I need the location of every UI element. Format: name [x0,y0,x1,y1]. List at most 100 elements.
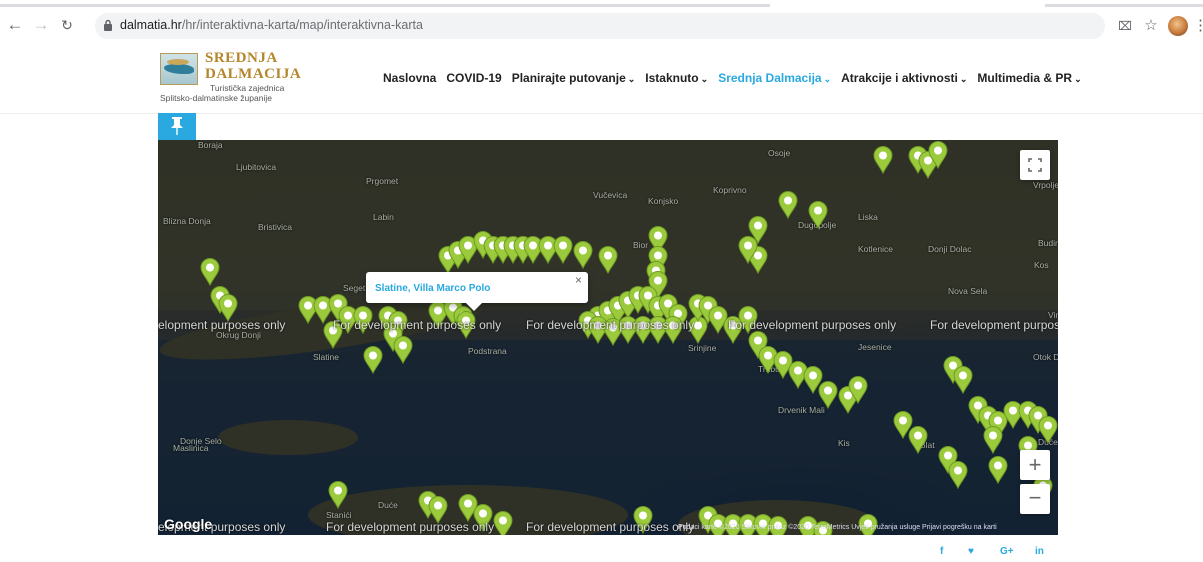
nav-label: Multimedia & PR [977,71,1073,85]
nav-item-naslovna[interactable]: Naslovna [383,71,436,85]
nav-item-srednja-dalmacija[interactable]: Srednja Dalmacija ⌄ [718,71,831,85]
map-marker-icon[interactable] [553,236,573,264]
map-info-popup[interactable]: Slatine, Villa Marco Polo × [366,272,588,311]
google-logo: Google [164,516,213,532]
address-bar[interactable]: dalmatia.hr/hr/interaktivna-karta/map/in… [95,13,1105,39]
map-watermark: For development purposes only [333,318,502,332]
nav-item-istaknuto[interactable]: Istaknuto ⌄ [645,71,708,85]
map-place-label: Boraja [198,140,223,150]
map-marker-icon[interactable] [738,236,758,264]
site-logo[interactable]: SREDNJA DALMACIJA Turistička zajednica S… [160,49,301,105]
map-watermark: For development purposes only [526,520,695,534]
map-place-label: Bristivica [258,222,293,232]
nav-item-planirajte[interactable]: Planirajte putovanje ⌄ [512,71,636,85]
fullscreen-button[interactable] [1020,150,1050,180]
pushpin-icon [171,117,183,135]
logo-line4: Splitsko-dalmatinske županije [160,93,272,103]
popup-title[interactable]: Slatine, Villa Marco Polo [375,283,490,294]
nav-item-atrakcije[interactable]: Atrakcije i aktivnosti ⌄ [841,71,967,85]
interactive-map[interactable]: Boraja Ljubitovica Prgomet Labin Bristivica B… [158,140,1058,535]
map-marker-icon[interactable] [948,461,968,489]
map-place-label: Koprivno [713,185,747,195]
zoom-out-button[interactable]: − [1020,484,1050,514]
nav-label: COVID-19 [446,71,502,85]
logo-line3: Turistička zajednica [210,83,285,93]
profile-avatar[interactable] [1168,16,1188,36]
map-place-label: Vučevica [593,190,628,200]
map-place-label: Donji Dolac [928,244,972,254]
map-watermark: For development purposes only [728,318,897,332]
menu-dots-icon[interactable]: ⋮ [1193,16,1203,36]
url-path: /hr/interaktivna-karta/map/interaktivna-… [181,18,423,32]
site-header: SREDNJA DALMACIJA Turistička zajednica S… [0,44,1203,114]
translate-icon[interactable]: ⌧ [1115,16,1135,36]
map-watermark: For development purposes only [526,318,695,332]
nav-item-covid[interactable]: COVID-19 [446,71,501,85]
main-nav: Naslovna COVID-19 Planirajte putovanje ⌄ … [383,71,1092,85]
twitter-icon[interactable]: ♥ [968,546,974,557]
map-place-label: Kotlenice [858,244,893,254]
map-marker-icon[interactable] [328,481,348,509]
map-place-label: Nova Sela [948,286,988,296]
bookmark-star-icon[interactable]: ☆ [1141,16,1161,36]
map-marker-icon[interactable] [573,241,593,269]
map-place-label: Osoje [768,148,791,158]
map-marker-icon[interactable] [1038,416,1058,444]
map-attribution[interactable]: Podaci karte ©2020 Slikovni prikaz ©2020… [678,524,997,531]
map-place-label: Slatine [313,352,339,362]
map-place-label: Ljubitovica [236,162,277,172]
map-marker-icon[interactable] [393,336,413,364]
map-place-label: Kis [838,438,850,448]
map-watermark: For development purposes only [326,520,495,534]
map-marker-icon[interactable] [778,191,798,219]
map-place-label: Duće [378,500,398,510]
linkedin-icon[interactable]: in [1035,546,1044,557]
chevron-down-icon: ⌄ [1074,74,1082,84]
map-marker-icon[interactable] [988,456,1008,484]
reload-icon[interactable]: ↻ [57,15,77,35]
chevron-down-icon: ⌄ [959,74,968,84]
map-marker-icon[interactable] [953,366,973,394]
nav-label: Srednja Dalmacija [718,71,822,85]
tab-strip-line-right [1045,4,1203,7]
tab-strip [0,0,1203,8]
map-marker-icon[interactable] [200,258,220,286]
map-marker-icon[interactable] [928,141,948,169]
map-place-label: Podstrana [468,346,507,356]
map-place-label: Otok Drvenik Veli [1033,352,1058,362]
map-marker-icon[interactable] [983,426,1003,454]
nav-label: Atrakcije i aktivnosti [841,71,958,85]
google-plus-icon[interactable]: G+ [1000,546,1014,557]
map-place-label: Vrpolje [1033,180,1058,190]
zoom-in-button[interactable]: + [1020,450,1050,480]
back-icon[interactable]: ← [5,15,25,35]
url-domain: dalmatia.hr [120,18,182,32]
map-place-label: Srinjine [688,343,717,353]
logo-line2: DALMACIJA [205,66,302,82]
map-place-label: Stanići [326,510,352,520]
map-place-label: Jesenice [858,342,892,352]
facebook-icon[interactable]: f [940,546,943,557]
fullscreen-icon [1028,158,1042,172]
forward-icon[interactable]: → [31,15,51,35]
map-pin-toggle[interactable] [158,113,196,140]
browser-toolbar: ← → ↻ dalmatia.hr/hr/interaktivna-karta/… [0,10,1203,42]
map-marker-icon[interactable] [848,376,868,404]
map-marker-icon[interactable] [873,146,893,174]
map-marker-icon[interactable] [818,381,838,409]
nav-label: Istaknuto [645,71,699,85]
popup-close-button[interactable]: × [575,273,582,287]
map-marker-icon[interactable] [598,246,618,274]
nav-label: Naslovna [383,71,437,85]
nav-item-multimedia[interactable]: Multimedia & PR ⌄ [977,71,1081,85]
logo-emblem-icon [160,53,198,85]
map-marker-icon[interactable] [808,201,828,229]
tab-strip-line [0,4,770,7]
map-marker-icon[interactable] [908,426,928,454]
map-marker-icon[interactable] [493,511,513,535]
map-marker-icon[interactable] [363,346,383,374]
map-place-label: Maslinica [173,443,209,453]
map-place-label: Prgomet [366,176,399,186]
map-watermark: elopment purposes only [158,318,286,332]
lock-icon [104,19,112,31]
